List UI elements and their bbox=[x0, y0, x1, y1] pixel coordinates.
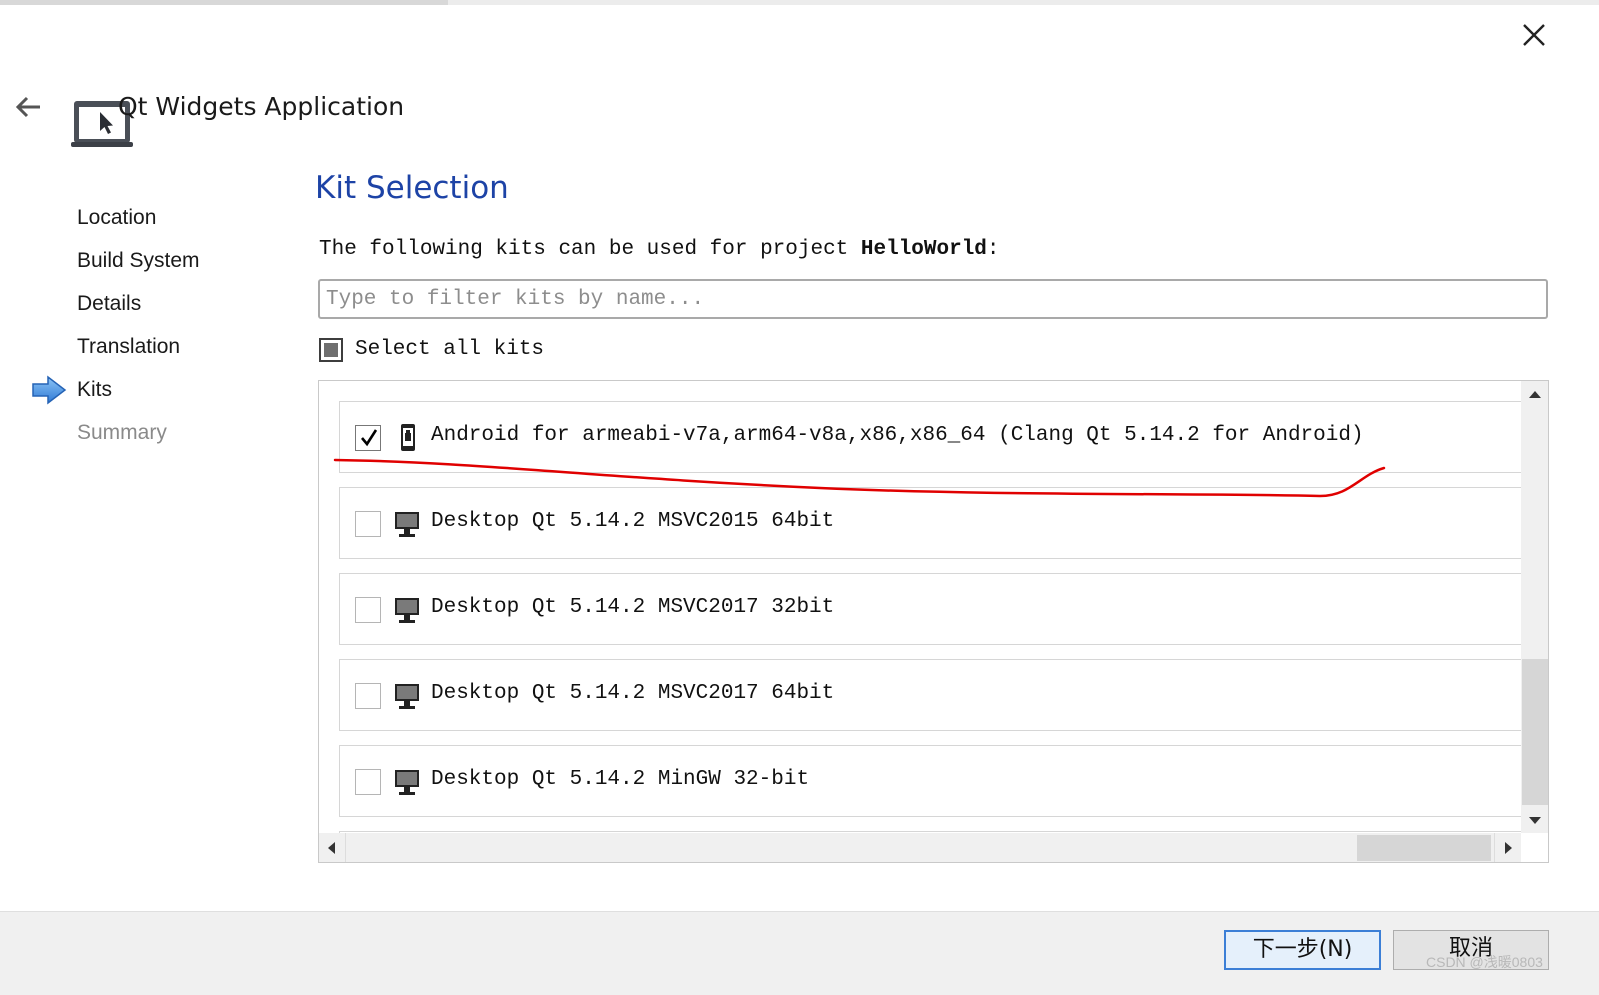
select-all-label[interactable]: Select all kits bbox=[355, 338, 544, 361]
page-heading: Kit Selection bbox=[315, 170, 509, 206]
back-button[interactable] bbox=[14, 94, 44, 120]
horizontal-scrollbar[interactable] bbox=[319, 833, 1521, 862]
watermark: CSDN @浅暖0803 bbox=[1426, 954, 1543, 970]
horizontal-scroll-thumb[interactable] bbox=[1357, 835, 1491, 861]
kit-checkbox[interactable] bbox=[355, 511, 381, 537]
kit-row-msvc2017-32[interactable]: Desktop Qt 5.14.2 MSVC2017 32bit bbox=[339, 573, 1521, 645]
next-button[interactable]: 下一步(N) bbox=[1224, 930, 1381, 970]
desktop-monitor-icon bbox=[393, 767, 421, 797]
kit-checkbox[interactable] bbox=[355, 769, 381, 795]
step-build-system: Build System bbox=[77, 249, 200, 272]
progress-fill bbox=[0, 0, 448, 5]
footer-bar: 下一步(N) 取消 bbox=[0, 911, 1599, 995]
intro-text: The following kits can be used for proje… bbox=[319, 238, 1000, 261]
current-step-arrow-icon bbox=[31, 375, 67, 405]
kit-label: Desktop Qt 5.14.2 MSVC2015 64bit bbox=[431, 510, 835, 533]
desktop-monitor-icon bbox=[393, 509, 421, 539]
vertical-scroll-thumb[interactable] bbox=[1522, 659, 1548, 805]
scroll-right-button[interactable] bbox=[1495, 833, 1521, 862]
kit-filter-input[interactable] bbox=[318, 279, 1548, 319]
scroll-up-button[interactable] bbox=[1521, 381, 1548, 409]
scroll-left-button[interactable] bbox=[319, 833, 345, 862]
arrow-left-icon bbox=[328, 842, 335, 854]
intro-prefix: The following kits can be used for proje… bbox=[319, 238, 861, 261]
kit-label: Desktop Qt 5.14.2 MSVC2017 32bit bbox=[431, 596, 835, 619]
kit-label: Desktop Qt 5.14.2 MSVC2017 64bit bbox=[431, 682, 835, 705]
project-name: HelloWorld bbox=[860, 238, 987, 261]
kit-checkbox[interactable] bbox=[355, 597, 381, 623]
step-summary: Summary bbox=[77, 421, 167, 444]
step-translation: Translation bbox=[77, 335, 181, 358]
select-all-checkbox[interactable] bbox=[319, 338, 343, 362]
progress-bar bbox=[0, 0, 1599, 5]
back-arrow-icon bbox=[15, 96, 40, 118]
arrow-up-icon bbox=[1529, 391, 1541, 398]
kit-row-msvc2017-64[interactable]: Desktop Qt 5.14.2 MSVC2017 64bit bbox=[339, 659, 1521, 731]
step-kits: Kits bbox=[77, 378, 113, 401]
kit-row-msvc2015-64[interactable]: Desktop Qt 5.14.2 MSVC2015 64bit bbox=[339, 487, 1521, 559]
arrow-right-icon bbox=[1505, 842, 1512, 854]
arrow-down-icon bbox=[1529, 817, 1541, 824]
intro-suffix: : bbox=[986, 238, 1000, 261]
step-location: Location bbox=[77, 206, 157, 229]
horizontal-scroll-track bbox=[345, 833, 1495, 862]
step-details: Details bbox=[77, 292, 142, 315]
checkmark-icon bbox=[361, 429, 378, 447]
kit-label: Desktop Qt 5.14.2 MinGW 32-bit bbox=[431, 768, 810, 791]
wizard-title: Qt Widgets Application bbox=[118, 92, 405, 121]
kit-checkbox[interactable] bbox=[355, 683, 381, 709]
scroll-down-button[interactable] bbox=[1521, 807, 1548, 833]
desktop-monitor-icon bbox=[393, 595, 421, 625]
kit-list: Android for armeabi-v7a,arm64-v8a,x86,x8… bbox=[318, 380, 1549, 863]
kit-row-mingw-32[interactable]: Desktop Qt 5.14.2 MinGW 32-bit bbox=[339, 745, 1521, 817]
desktop-monitor-icon bbox=[393, 681, 421, 711]
vertical-scrollbar[interactable] bbox=[1521, 381, 1548, 833]
kit-checkbox[interactable] bbox=[355, 425, 381, 451]
close-icon bbox=[1523, 24, 1545, 46]
close-button[interactable] bbox=[1516, 18, 1552, 54]
partial-check-indicator bbox=[324, 343, 338, 357]
kit-label: Android for armeabi-v7a,arm64-v8a,x86,x8… bbox=[431, 424, 1364, 447]
kit-row-android[interactable]: Android for armeabi-v7a,arm64-v8a,x86,x8… bbox=[339, 401, 1521, 473]
android-device-icon bbox=[393, 423, 421, 453]
